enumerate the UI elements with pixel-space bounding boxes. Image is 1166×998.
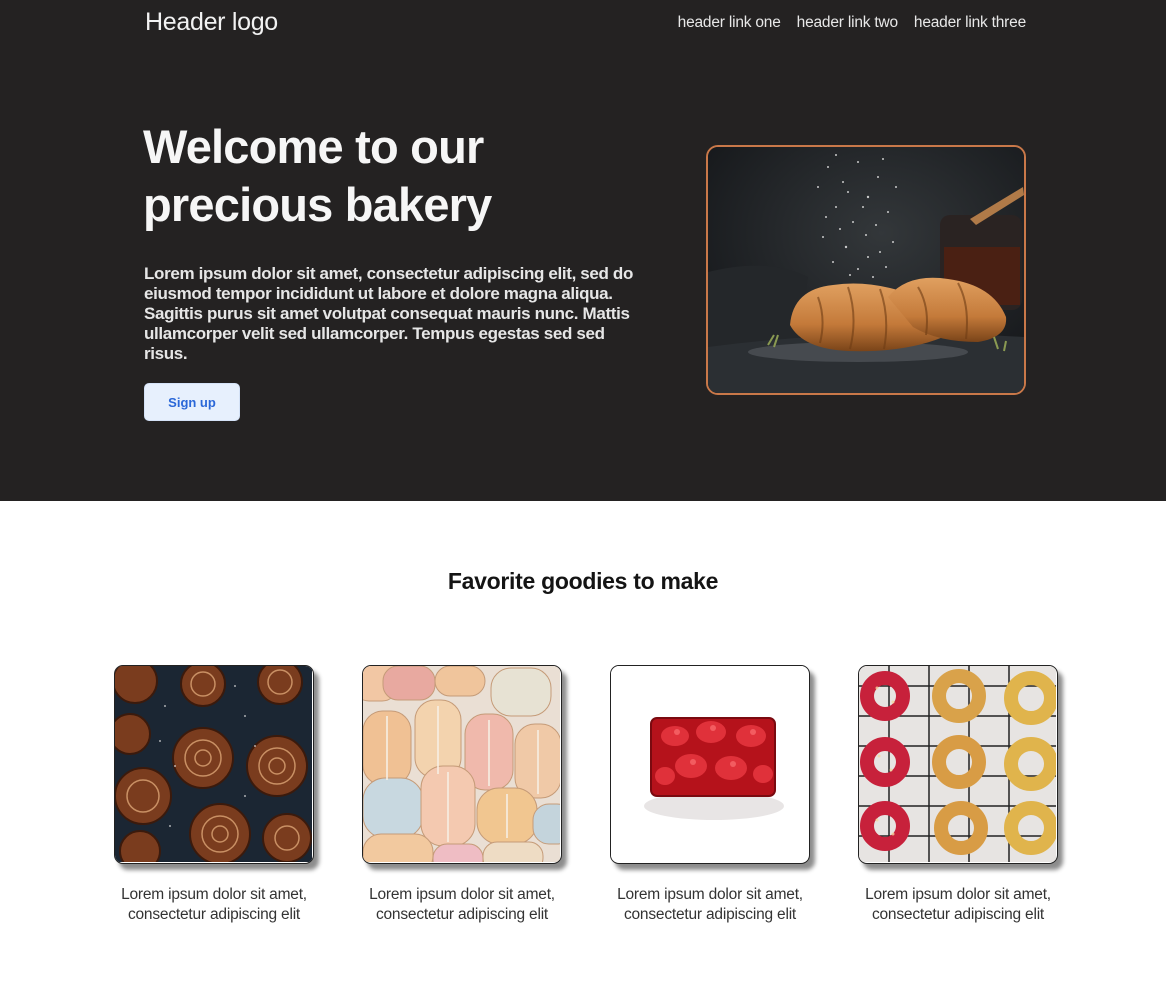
header-link-two[interactable]: header link two (797, 14, 898, 32)
goodie-card[interactable]: Lorem ipsum dolor sit amet, consectetur … (858, 665, 1058, 925)
goodie-caption: Lorem ipsum dolor sit amet, consectetur … (865, 886, 1051, 923)
header-link-three[interactable]: header link three (914, 14, 1026, 32)
hero-description: Lorem ipsum dolor sit amet, consectetur … (144, 264, 633, 363)
hero-title-line2: precious bakery (143, 178, 492, 231)
goodies-section-title: Favorite goodies to make (447, 568, 719, 594)
hero-title-line1: Welcome to our (143, 120, 484, 173)
goodie-card[interactable]: Lorem ipsum dolor sit amet, consectetur … (610, 665, 810, 925)
hero-section: Header logo header link one header link … (0, 0, 1166, 501)
goodie-card[interactable]: Lorem ipsum dolor sit amet, consectetur … (362, 665, 562, 925)
goodie-caption: Lorem ipsum dolor sit amet, consectetur … (369, 886, 555, 923)
header-link-one[interactable]: header link one (678, 14, 781, 32)
header-nav: header link one header link two header l… (678, 14, 1027, 32)
goodie-caption: Lorem ipsum dolor sit amet, consectetur … (617, 886, 803, 923)
sign-up-button[interactable]: Sign up (144, 383, 240, 421)
goodie-caption: Lorem ipsum dolor sit amet, consectetur … (121, 886, 307, 923)
strawberry-tart-image (610, 665, 810, 864)
hero-title: Welcome to our precious bakery (143, 118, 573, 234)
header-logo[interactable]: Header logo (145, 8, 278, 37)
croissant-image (706, 145, 1026, 395)
macarons-image (362, 665, 562, 864)
cinnamon-rolls-image (114, 665, 314, 864)
donuts-image (858, 665, 1058, 864)
goodie-card[interactable]: Lorem ipsum dolor sit amet, consectetur … (114, 665, 314, 925)
